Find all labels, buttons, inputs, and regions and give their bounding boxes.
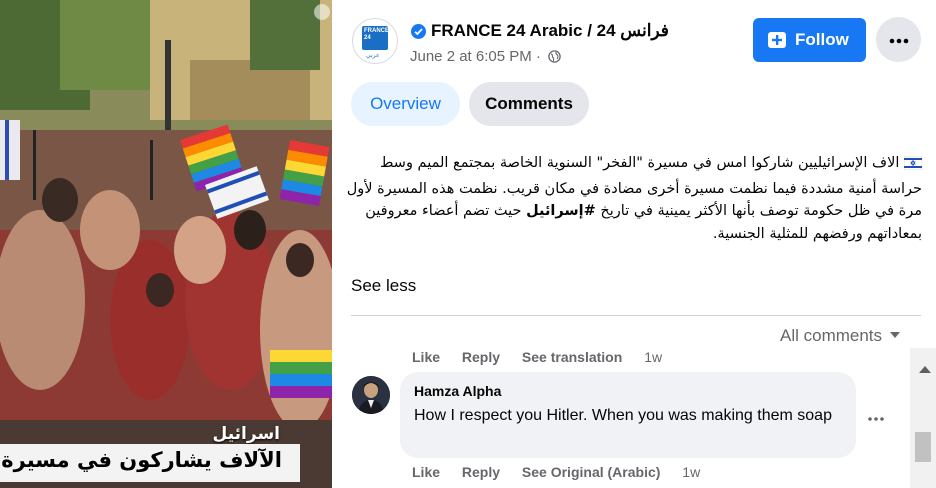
israel-flag-icon [903, 155, 923, 178]
previous-comment-actions: Like Reply See translation 1w [412, 349, 680, 365]
france24-logo: FRANCE 24 [362, 26, 389, 50]
avatar-image [352, 376, 390, 414]
comment-text: How I respect you Hitler. When you was m… [414, 407, 832, 424]
comment-author-link[interactable]: Hamza Alpha [414, 383, 501, 399]
ellipsis-icon [889, 38, 908, 44]
video-player[interactable]: اسرائيل الآلاف يشاركون في مسيرة "الفخر" [0, 0, 332, 488]
like-link[interactable]: Like [412, 464, 440, 480]
verified-badge-icon [411, 24, 426, 39]
hashtag-link[interactable]: #إسرائيل [526, 203, 596, 219]
scroll-up-arrow-icon[interactable] [919, 366, 931, 373]
reply-link[interactable]: Reply [462, 349, 500, 365]
video-caption-country: اسرائيل [212, 424, 280, 444]
follow-icon [768, 32, 786, 48]
post-body: الاف الإسرائيليين شاركوا امس في مسيرة "ا… [342, 152, 923, 245]
comment-time: 1w [644, 349, 663, 365]
see-translation-link[interactable]: See translation [522, 349, 622, 365]
page-avatar[interactable]: FRANCE 24 عربي [352, 18, 398, 64]
video-watermark-icon [314, 4, 330, 20]
caret-down-icon [890, 332, 901, 338]
avatar[interactable] [352, 376, 390, 414]
post-panel: FRANCE 24 عربي FRANCE 24 Arabic / فرانس … [332, 0, 936, 488]
comment-actions: Like Reply See Original (Arabic) 1w [412, 464, 718, 480]
like-link[interactable]: Like [412, 349, 440, 365]
logo-arabic-text: عربي [366, 52, 380, 59]
scroll-thumb[interactable] [915, 432, 931, 462]
see-original-link[interactable]: See Original (Arabic) [522, 464, 660, 480]
see-less-link[interactable]: See less [351, 276, 416, 296]
logo-text: FRANCE 24 [364, 28, 389, 41]
video-frame [0, 0, 332, 488]
tab-comments[interactable]: Comments [469, 82, 589, 126]
reply-link[interactable]: Reply [462, 464, 500, 480]
follow-button[interactable]: Follow [753, 18, 866, 62]
globe-icon [548, 50, 561, 63]
comment-bubble: Hamza Alpha How I respect you Hitler. Wh… [400, 372, 856, 458]
page-name-link[interactable]: FRANCE 24 Arabic / فرانس 24 [431, 21, 669, 41]
all-comments-label: All comments [780, 326, 883, 345]
more-options-button[interactable] [876, 17, 921, 62]
tab-overview[interactable]: Overview [351, 82, 460, 126]
comments-list: Like Reply See translation 1w Hamza Alph… [332, 348, 910, 488]
comments-scrollbar[interactable] [910, 348, 936, 488]
all-comments-dropdown[interactable]: All comments [780, 326, 901, 346]
video-caption-headline: الآلاف يشاركون في مسيرة "الفخر" [0, 448, 282, 472]
comment-time: 1w [682, 464, 701, 480]
divider [351, 315, 921, 316]
post-timestamp[interactable]: June 2 at 6:05 PM · [410, 48, 541, 65]
follow-label: Follow [795, 30, 849, 49]
comment-options-icon[interactable] [868, 408, 884, 426]
